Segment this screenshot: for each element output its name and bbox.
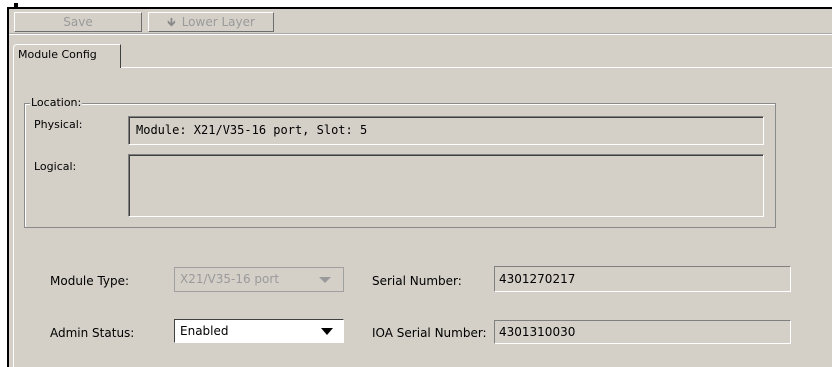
save-button[interactable]: Save xyxy=(14,12,142,32)
save-button-label: Save xyxy=(63,15,93,29)
lower-layer-button-label: Lower Layer xyxy=(181,15,255,29)
ioa-serial-number-label: IOA Serial Number: xyxy=(372,326,487,340)
physical-label: Physical: xyxy=(34,118,83,131)
module-type-select: X21/V35-16 port xyxy=(174,267,344,292)
chevron-down-icon xyxy=(319,277,331,283)
physical-field: Module: X21/V35-16 port, Slot: 5 xyxy=(128,116,764,145)
ioa-serial-number-field: 4301310030 xyxy=(494,320,791,344)
serial-number-label: Serial Number: xyxy=(372,274,462,288)
logical-label: Logical: xyxy=(34,160,77,173)
tab-label: Module Config xyxy=(18,48,97,61)
chevron-down-icon[interactable] xyxy=(321,328,333,335)
module-type-label: Module Type: xyxy=(50,274,130,288)
location-legend: Location: xyxy=(30,96,83,109)
down-arrow-icon: 🡻 xyxy=(167,15,176,29)
tab-module-config[interactable]: Module Config xyxy=(13,44,121,68)
logical-field[interactable] xyxy=(128,154,764,217)
serial-number-field: 4301270217 xyxy=(494,266,791,292)
lower-layer-button[interactable]: 🡻 Lower Layer xyxy=(148,12,274,32)
admin-status-value: Enabled xyxy=(180,324,229,338)
admin-status-select[interactable]: Enabled xyxy=(174,319,344,343)
module-type-value: X21/V35-16 port xyxy=(180,272,280,286)
toolbar: Save 🡻 Lower Layer xyxy=(9,9,832,34)
admin-status-label: Admin Status: xyxy=(50,326,135,340)
